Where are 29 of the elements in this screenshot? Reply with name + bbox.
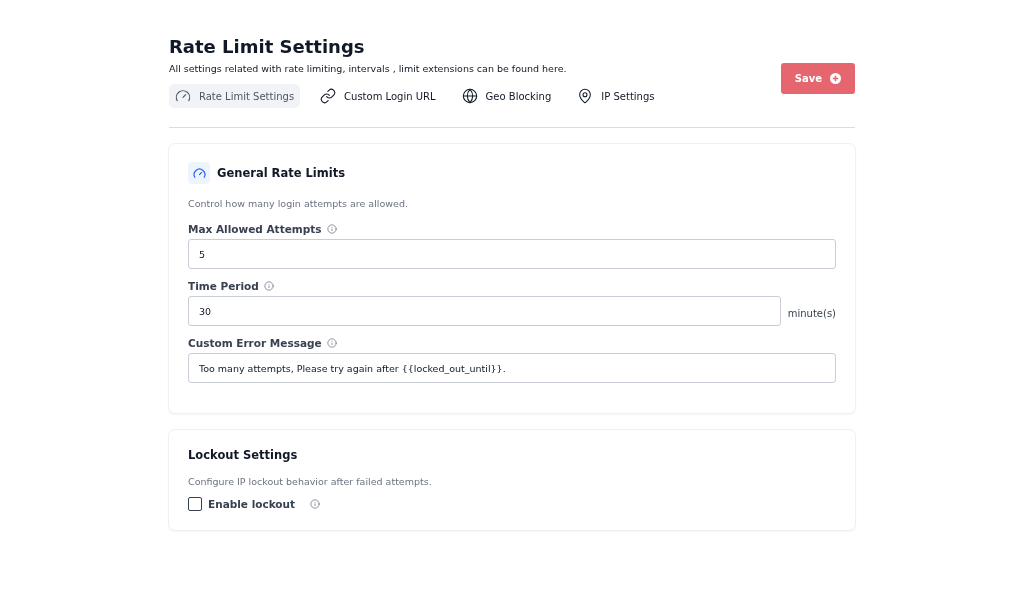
gauge-icon [188,162,210,184]
info-icon [326,224,337,234]
input-field[interactable]: 30 [188,296,781,326]
tab[interactable]: Custom Login URL [314,84,442,108]
card-title: Lockout Settings [188,448,298,462]
gauge-icon [175,88,191,104]
info-icon [310,499,321,509]
unit-label: minute(s) [787,307,836,319]
info-icon [326,338,337,348]
card-description: Control how many login attempts are allowed. [188,198,409,209]
page-title: Rate Limit Settings [169,36,366,57]
field-label: Time Period [188,280,259,292]
info-icon [263,281,274,291]
link-icon [320,88,337,104]
page-description: All settings related with rate limiting, intervals , limit extensions can be found here. [169,63,568,74]
field-label: Custom Error Message [188,337,322,349]
checkbox-label: Enable lockout [208,498,296,510]
tab[interactable]: Rate Limit Settings [169,84,301,108]
plus-circle-icon [830,73,841,84]
tab[interactable]: Geo Blocking [455,84,558,108]
field-label: Max Allowed Attempts [188,223,322,235]
input-field[interactable]: 5 [188,239,836,269]
input-field[interactable]: Too many attempts, Please try again after {{locked_out_until}}. [188,353,836,383]
tab[interactable]: IP Settings [571,84,661,108]
globe-icon [461,88,478,104]
checkbox[interactable] [188,497,202,511]
card-title: General Rate Limits [217,166,346,180]
map-pin-icon [577,88,594,104]
card-description: Configure IP lockout behavior after failed attempts. [188,476,433,487]
